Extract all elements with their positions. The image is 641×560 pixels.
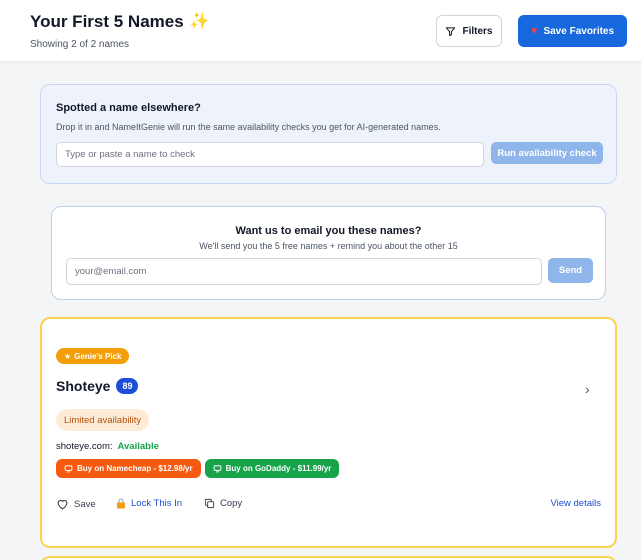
title-row: Your First 5 Names ✨ xyxy=(30,12,210,32)
heart-outline-icon xyxy=(57,499,68,510)
save-favorites-button[interactable]: ♥ Save Favorites xyxy=(518,15,627,47)
email-field[interactable] xyxy=(66,258,542,285)
spotted-name-panel: Spotted a name elsewhere? Drop it in and… xyxy=(40,84,617,184)
top-header: Your First 5 Names ✨ Showing 2 of 2 name… xyxy=(0,0,641,62)
cart-icon xyxy=(64,465,73,473)
spotted-title: Spotted a name elsewhere? xyxy=(56,102,201,114)
card-actions: Save Lock This In Copy View details xyxy=(56,498,601,514)
email-description: We'll send you the 5 free names + remind… xyxy=(199,241,458,251)
view-details-link[interactable]: View details xyxy=(550,498,601,509)
copy-icon xyxy=(204,498,215,509)
lock-icon xyxy=(117,498,125,509)
availability-badge: Limited availability xyxy=(56,409,150,431)
copy-button[interactable]: Copy xyxy=(204,498,242,509)
buy-namecheap-button[interactable]: Buy on Namecheap - $12.98/yr xyxy=(56,459,201,478)
spotted-description: Drop it in and NameItGenie will run the … xyxy=(56,122,441,132)
name-check-input[interactable] xyxy=(56,142,484,167)
next-name-card[interactable] xyxy=(40,556,617,560)
star-icon: ★ xyxy=(64,351,72,361)
save-button[interactable]: Save xyxy=(56,498,96,510)
domain-row: shoteye.com: Available xyxy=(56,441,159,452)
page-title: Your First 5 Names xyxy=(30,12,184,31)
heart-icon: ♥ xyxy=(530,25,538,37)
domain-status: Available xyxy=(117,441,159,452)
score-badge: 89 xyxy=(116,378,139,394)
genies-pick-badge: ★ Genie's Pick xyxy=(56,348,130,364)
name-title: Shoteye xyxy=(56,378,111,394)
results-count: Showing 2 of 2 names xyxy=(30,39,129,50)
filters-button[interactable]: Filters xyxy=(436,15,502,47)
buy-buttons: Buy on Namecheap - $12.98/yr Buy on GoDa… xyxy=(56,459,340,478)
run-availability-check-button[interactable]: Run availability check xyxy=(491,142,603,164)
email-title: Want us to email you these names? xyxy=(235,225,422,237)
domain-name: shoteye.com: xyxy=(56,441,113,452)
buy-namecheap-label: Buy on Namecheap - $12.98/yr xyxy=(77,464,193,473)
genies-pick-label: Genie's Pick xyxy=(74,351,122,361)
sparkle-icon: ✨ xyxy=(189,13,210,30)
copy-label: Copy xyxy=(220,498,243,509)
name-card[interactable]: ★ Genie's Pick Shoteye 89 › Limited avai… xyxy=(40,317,617,548)
save-favorites-label: Save Favorites xyxy=(543,25,615,37)
send-button[interactable]: Send xyxy=(548,258,593,283)
filters-label: Filters xyxy=(462,25,493,37)
buy-godaddy-button[interactable]: Buy on GoDaddy - $11.99/yr xyxy=(204,459,340,478)
email-capture-card: Want us to email you these names? We'll … xyxy=(51,206,606,300)
cart-icon xyxy=(213,465,221,473)
name-row: Shoteye 89 xyxy=(56,378,139,394)
lock-label: Lock This In xyxy=(131,498,183,509)
save-label: Save xyxy=(74,498,96,510)
buy-godaddy-label: Buy on GoDaddy - $11.99/yr xyxy=(225,464,332,473)
filter-icon xyxy=(446,26,456,36)
chevron-right-icon[interactable]: › xyxy=(585,381,590,397)
lock-this-in-button[interactable]: Lock This In xyxy=(116,498,182,509)
